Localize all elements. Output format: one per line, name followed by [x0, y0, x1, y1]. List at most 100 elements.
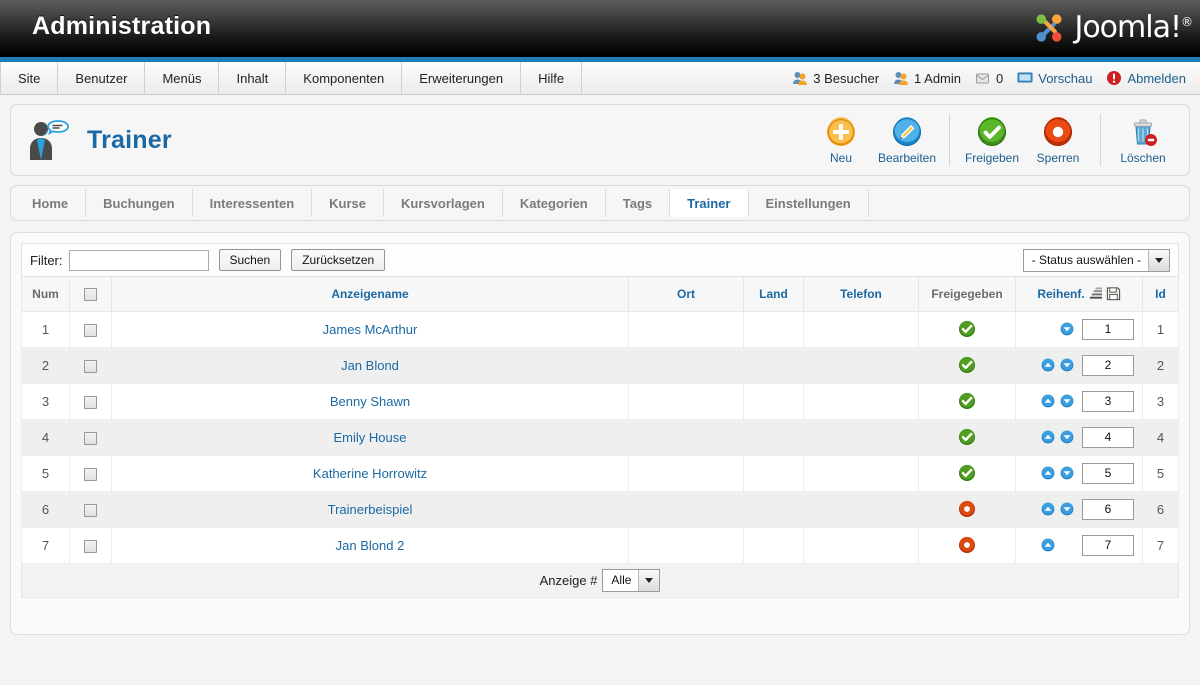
search-button[interactable]: Suchen — [218, 249, 282, 271]
cell-ordering — [1015, 490, 1143, 528]
move-down-icon[interactable] — [1060, 430, 1074, 444]
menu-item-erweiterungen[interactable]: Erweiterungen — [402, 62, 522, 94]
move-up-icon[interactable] — [1041, 394, 1055, 408]
published-icon[interactable] — [958, 320, 976, 338]
trainer-name-link[interactable]: Trainerbeispiel — [328, 502, 413, 517]
trainer-name-link[interactable]: Jan Blond 2 — [336, 538, 405, 553]
ordering-input[interactable] — [1082, 318, 1134, 340]
visitors-status[interactable]: 3 Besucher — [792, 70, 879, 86]
search-input[interactable] — [68, 249, 209, 271]
preview-link[interactable]: Vorschau — [1017, 70, 1092, 86]
status-select-value: - Status auswählen - — [1031, 253, 1141, 267]
move-up-icon[interactable] — [1041, 430, 1055, 444]
tab-einstellungen[interactable]: Einstellungen — [749, 189, 869, 217]
chevron-down-icon-footer — [638, 569, 660, 591]
trainer-icon — [30, 120, 69, 160]
menu-item-menus[interactable]: Menüs — [145, 62, 220, 94]
column-header-city[interactable]: Ort — [628, 277, 744, 312]
table-row: 7 Jan Blond 2 7 — [21, 526, 1179, 564]
column-header-name[interactable]: Anzeigename — [111, 277, 629, 312]
menu-item-hilfe[interactable]: Hilfe — [521, 62, 583, 94]
published-icon[interactable] — [958, 356, 976, 374]
select-all-checkbox[interactable] — [84, 287, 97, 301]
move-up-icon[interactable] — [1041, 358, 1055, 372]
column-header-phone[interactable]: Telefon — [803, 277, 919, 312]
move-down-icon[interactable] — [1060, 394, 1074, 408]
unpublished-icon[interactable] — [958, 500, 976, 518]
move-up-icon[interactable] — [1041, 538, 1055, 552]
edit-button[interactable]: Bearbeiten — [874, 113, 940, 168]
new-button-label: Neu — [829, 150, 852, 165]
display-count-select[interactable]: Alle — [602, 568, 661, 592]
move-up-icon[interactable] — [1041, 502, 1055, 516]
status-select[interactable]: - Status auswählen - — [1022, 248, 1170, 272]
save-ordering-icon[interactable] — [1106, 286, 1121, 301]
cell-name: Benny Shawn — [111, 382, 629, 420]
tab-tags[interactable]: Tags — [606, 189, 671, 217]
toolbar-actions: Neu Bearbeiten Freigeben Sperren Löschen — [803, 109, 1181, 171]
move-down-icon[interactable] — [1060, 466, 1074, 480]
trainer-name-link[interactable]: James McArthur — [323, 322, 418, 337]
trainer-name-link[interactable]: Katherine Horrowitz — [313, 466, 427, 481]
tab-kategorien[interactable]: Kategorien — [503, 189, 606, 217]
tab-buchungen[interactable]: Buchungen — [86, 189, 193, 217]
row-checkbox[interactable] — [84, 395, 97, 409]
sort-ordering-icon[interactable] — [1088, 287, 1103, 300]
ordering-input[interactable] — [1082, 462, 1134, 484]
column-header-id[interactable]: Id — [1142, 277, 1179, 312]
cell-id: 5 — [1142, 454, 1179, 492]
logout-label: Abmelden — [1127, 70, 1186, 86]
published-icon[interactable] — [958, 464, 976, 482]
published-icon[interactable] — [958, 392, 976, 410]
unpublished-icon[interactable] — [958, 536, 976, 554]
row-checkbox[interactable] — [84, 323, 97, 337]
column-header-ordering[interactable]: Reihenf. — [1015, 277, 1143, 312]
tab-trainer[interactable]: Trainer — [670, 189, 749, 217]
ordering-input[interactable] — [1082, 498, 1134, 520]
cell-name: Jan Blond — [111, 346, 629, 384]
menu-item-inhalt[interactable]: Inhalt — [219, 62, 287, 94]
tab-interessenten[interactable]: Interessenten — [193, 189, 313, 217]
menu-item-site[interactable]: Site — [0, 62, 59, 94]
logout-link[interactable]: Abmelden — [1106, 70, 1186, 86]
move-down-icon[interactable] — [1060, 322, 1074, 336]
tab-kurse[interactable]: Kurse — [312, 189, 385, 217]
new-button[interactable]: Neu — [808, 113, 874, 168]
published-icon[interactable] — [958, 428, 976, 446]
admins-status[interactable]: 1 Admin — [893, 70, 961, 86]
cell-country — [743, 310, 804, 348]
ordering-input[interactable] — [1082, 534, 1134, 556]
menu-item-benutzer[interactable]: Benutzer — [58, 62, 146, 94]
row-checkbox[interactable] — [84, 359, 97, 373]
move-down-icon[interactable] — [1060, 502, 1074, 516]
tab-kursvorlagen[interactable]: Kursvorlagen — [384, 189, 503, 217]
trainer-name-link[interactable]: Emily House — [334, 430, 407, 445]
cell-published — [918, 526, 1016, 564]
row-checkbox[interactable] — [84, 431, 97, 445]
row-checkbox[interactable] — [84, 503, 97, 517]
reset-button[interactable]: Zurücksetzen — [291, 249, 386, 271]
column-header-published[interactable]: Freigegeben — [918, 277, 1016, 312]
publish-button[interactable]: Freigeben — [959, 113, 1025, 168]
preview-label: Vorschau — [1038, 70, 1093, 86]
column-header-country[interactable]: Land — [743, 277, 804, 312]
cell-num: 5 — [21, 454, 70, 492]
delete-button-label: Löschen — [1120, 150, 1166, 165]
trainer-name-link[interactable]: Benny Shawn — [330, 394, 410, 409]
row-checkbox[interactable] — [84, 539, 97, 553]
ordering-input[interactable] — [1082, 354, 1134, 376]
publish-button-label: Freigeben — [964, 150, 1020, 165]
ordering-input[interactable] — [1082, 390, 1134, 412]
move-down-icon[interactable] — [1060, 358, 1074, 372]
tab-home[interactable]: Home — [15, 189, 87, 217]
row-checkbox[interactable] — [84, 467, 97, 481]
move-up-icon[interactable] — [1041, 466, 1055, 480]
joomla-brand-text: Joomla! — [1074, 10, 1182, 45]
menu-item-komponenten[interactable]: Komponenten — [286, 62, 403, 94]
messages-status[interactable]: 0 — [975, 70, 1003, 86]
unpublish-button[interactable]: Sperren — [1025, 113, 1091, 168]
delete-button[interactable]: Löschen — [1110, 113, 1176, 168]
joomla-logo: Joomla!® — [1030, 4, 1193, 52]
trainer-name-link[interactable]: Jan Blond — [341, 358, 399, 373]
ordering-input[interactable] — [1082, 426, 1134, 448]
